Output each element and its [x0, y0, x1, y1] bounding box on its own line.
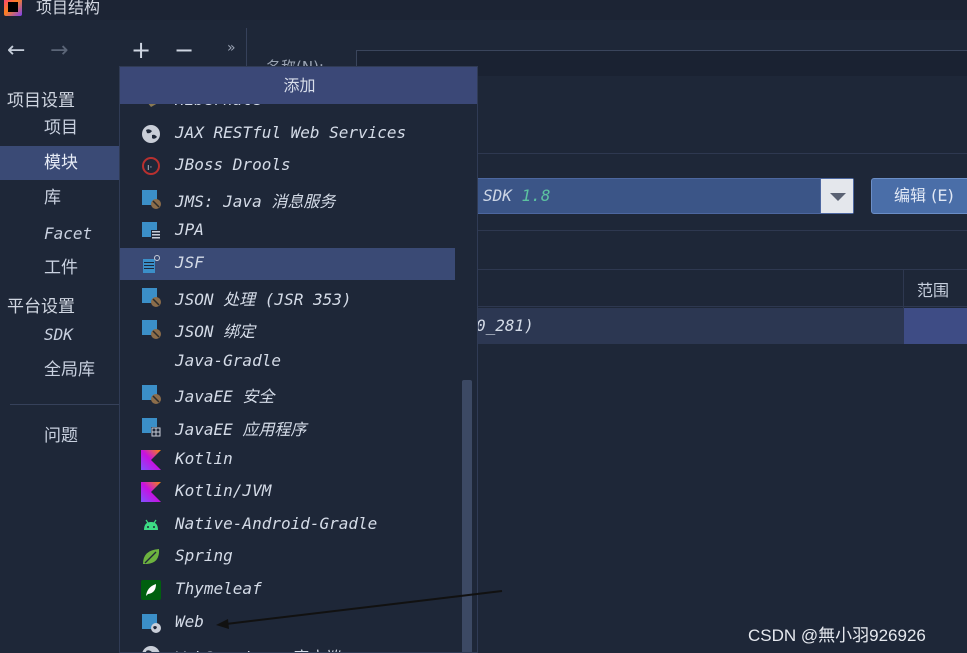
- framework-item[interactable]: Spring: [120, 541, 455, 573]
- module-icon: [141, 384, 161, 405]
- title-bar: 项目结构: [0, 0, 967, 20]
- framework-item[interactable]: Web: [120, 607, 455, 639]
- framework-item-label: JAX RESTful Web Services: [175, 122, 407, 142]
- popup-title: 添加: [120, 67, 477, 104]
- sdk-value: SDK 1.8: [483, 186, 551, 205]
- dependency-table-header: 范围: [462, 269, 967, 308]
- framework-item[interactable]: JSON 处理 (JSR 353): [120, 281, 455, 313]
- thymeleaf-icon: [141, 580, 161, 600]
- framework-item[interactable]: Java-Gradle: [120, 346, 455, 378]
- kotlin-icon: [141, 449, 161, 470]
- back-arrow-icon[interactable]: ←: [7, 38, 25, 63]
- jsf-icon: [141, 254, 161, 274]
- framework-item-label: Kotlin: [175, 448, 233, 468]
- sidebar-item-modules[interactable]: 模块: [0, 146, 119, 180]
- framework-item-label: JSON 绑定: [175, 322, 256, 342]
- sidebar-item-global-libraries[interactable]: 全局库: [0, 353, 119, 387]
- framework-item-label: Thymeleaf: [175, 579, 262, 598]
- framework-item[interactable]: JavaEE 应用程序: [120, 411, 455, 443]
- chevron-down-icon[interactable]: [820, 179, 853, 213]
- javaee-app-icon: [141, 417, 161, 437]
- remove-icon[interactable]: −: [174, 36, 194, 64]
- scope-column-header[interactable]: 范围: [917, 277, 949, 301]
- add-framework-popup: 添加 HibernateJAX RESTful Web Servicesı·JB…: [119, 66, 478, 653]
- intellij-logo-icon: [4, 0, 22, 16]
- framework-item-label: JavaEE 应用程序: [175, 420, 307, 439]
- spring-icon: [141, 547, 161, 567]
- framework-item[interactable]: JavaEE 安全: [120, 378, 455, 410]
- add-icon[interactable]: +: [131, 36, 151, 64]
- divider: [462, 153, 967, 154]
- sidebar-item-project[interactable]: 项目: [0, 111, 119, 145]
- kotlin-icon: [141, 482, 161, 503]
- section-platform-settings: 平台设置: [7, 297, 75, 317]
- framework-item-label: Java-Gradle: [175, 350, 281, 370]
- scope-cell[interactable]: [904, 308, 967, 344]
- jboss-icon: ı·: [141, 156, 161, 176]
- framework-item-label: JavaEE 安全: [175, 387, 275, 407]
- sidebar-item-facet[interactable]: Facet: [0, 217, 119, 251]
- android-icon: [141, 515, 161, 535]
- column-divider: [903, 270, 904, 308]
- framework-item-label: Kotlin/JVM: [175, 481, 272, 501]
- framework-item[interactable]: JSON 绑定: [120, 313, 455, 345]
- web-icon: [141, 613, 161, 633]
- module-icon: [141, 287, 161, 307]
- jpa-icon: [141, 221, 161, 242]
- framework-item-label: Spring: [175, 546, 233, 566]
- module-toolbar: + − »: [119, 20, 246, 64]
- framework-item[interactable]: JPA: [120, 215, 455, 247]
- module-icon: [141, 319, 161, 340]
- module-icon: [141, 189, 161, 209]
- framework-item-label: JPA: [175, 220, 204, 240]
- forward-arrow-icon[interactable]: →: [50, 38, 68, 63]
- table-row[interactable]: 0_281): [462, 308, 967, 344]
- scrollbar-thumb[interactable]: [462, 380, 472, 652]
- framework-item[interactable]: JMS: Java 消息服务: [120, 183, 455, 215]
- framework-item[interactable]: Kotlin: [120, 444, 455, 476]
- dependency-name: 0_281): [476, 316, 534, 335]
- sidebar: ← → 项目设置 项目 模块 库 Facet 工件 平台设置 SDK 全局库 问…: [0, 20, 119, 653]
- framework-item[interactable]: JAX RESTful Web Services: [120, 118, 455, 150]
- watermark-text: CSDN @無小羽926926: [748, 626, 926, 645]
- edit-button[interactable]: 编辑 (E): [871, 178, 967, 214]
- sidebar-item-artifacts[interactable]: 工件: [0, 251, 119, 285]
- sidebar-divider: [10, 404, 119, 405]
- svg-text:ı·: ı·: [147, 163, 152, 173]
- framework-item[interactable]: JSF: [120, 248, 455, 280]
- sidebar-item-sdk[interactable]: SDK: [0, 318, 119, 352]
- framework-item[interactable]: Kotlin/JVM: [120, 476, 455, 508]
- window-title: 项目结构: [36, 0, 101, 17]
- framework-item[interactable]: Native-Android-Gradle: [120, 509, 455, 541]
- globe-icon: [141, 645, 161, 652]
- framework-item-label: JSON 处理 (JSR 353): [175, 289, 352, 309]
- framework-item[interactable]: WebServices 客户端: [120, 639, 455, 652]
- framework-item-label: Web: [175, 611, 204, 631]
- framework-item-label: JMS: Java 消息服务: [175, 191, 336, 211]
- framework-item[interactable]: Thymeleaf: [120, 574, 455, 606]
- globe-icon: [141, 124, 161, 144]
- framework-item-label: Native-Android-Gradle: [175, 513, 378, 533]
- section-project-settings: 项目设置: [7, 91, 75, 111]
- sdk-dropdown[interactable]: SDK 1.8: [462, 178, 854, 214]
- framework-item[interactable]: ı· JBoss Drools: [120, 150, 455, 182]
- sidebar-item-libraries[interactable]: 库: [0, 181, 119, 215]
- framework-item-label: WebServices 客户端: [175, 644, 339, 652]
- sidebar-item-problems[interactable]: 问题: [0, 419, 119, 453]
- framework-item-label: JSF: [175, 253, 204, 272]
- framework-item-label: JBoss Drools: [175, 155, 291, 175]
- more-icon[interactable]: »: [227, 40, 236, 56]
- divider: [462, 230, 967, 231]
